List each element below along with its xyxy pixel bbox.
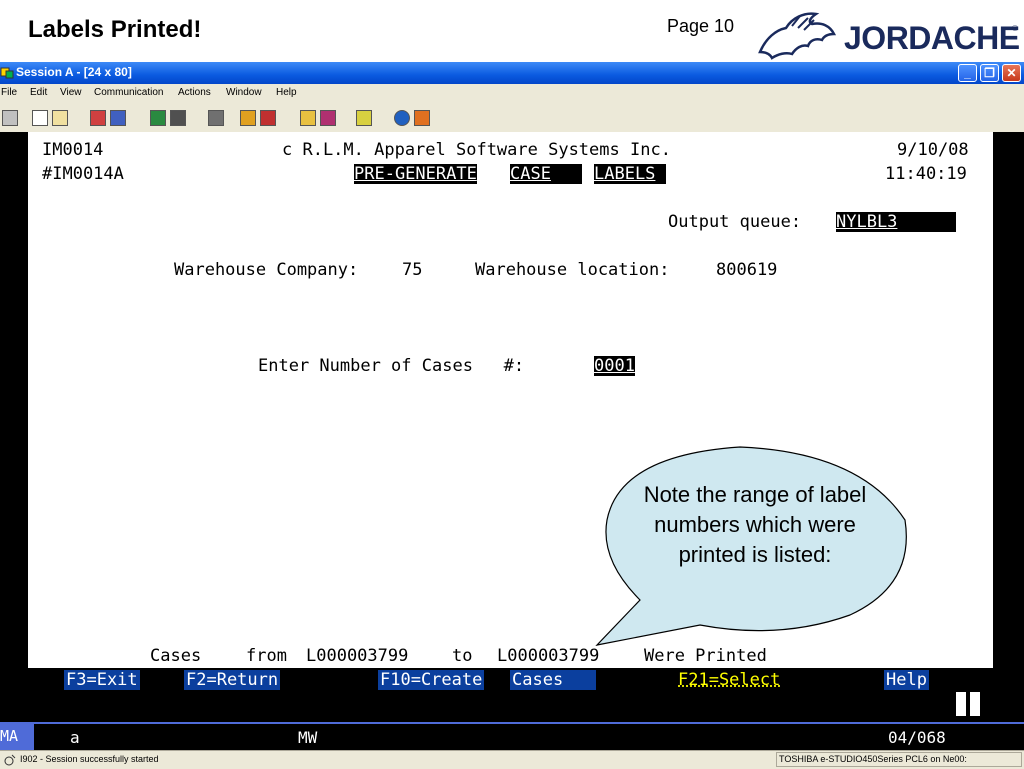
help-key[interactable]: Help — [884, 670, 929, 690]
output-queue-input[interactable]: NYLBL3 — [836, 212, 956, 232]
cases-prompt: Enter Number of Cases #: — [258, 356, 525, 376]
toolbar — [0, 104, 1024, 133]
heading-pre-generate: PRE-GENERATE — [354, 164, 477, 184]
company-header: c R.L.M. Apparel Software Systems Inc. — [282, 140, 671, 160]
result-start-label: L000003799 — [306, 646, 409, 666]
logo-text: JORDACHE — [844, 20, 1020, 56]
play-icon[interactable] — [170, 110, 186, 126]
paste-icon[interactable] — [52, 110, 68, 126]
f21-select-key[interactable]: F21=Select — [678, 670, 781, 690]
status-message: I902 - Session successfully started — [20, 754, 159, 764]
copy-icon[interactable] — [32, 110, 48, 126]
cases-input[interactable]: 0001 — [594, 356, 635, 376]
minimize-button[interactable]: _ — [958, 64, 977, 82]
f2-return-key[interactable]: F2=Return — [184, 670, 281, 690]
warehouse-company-value: 75 — [402, 260, 423, 280]
screen-date: 9/10/08 — [897, 140, 969, 160]
slide-title: Labels Printed! — [28, 16, 202, 43]
registered-mark: ® — [1012, 24, 1018, 33]
horse-logo-icon — [758, 12, 837, 60]
f10-create-key[interactable]: F10=Create — [378, 670, 485, 690]
menu-bar: File Edit View Communication Actions Win… — [0, 84, 1024, 104]
receive-icon[interactable] — [110, 110, 126, 126]
send-icon[interactable] — [90, 110, 106, 126]
warehouse-location-value: 800619 — [716, 260, 778, 280]
terminal-cursor-block-2 — [970, 692, 980, 716]
menu-edit[interactable]: Edit — [30, 87, 47, 98]
warehouse-company-label: Warehouse Company: — [174, 260, 359, 280]
edit-icon[interactable] — [414, 110, 430, 126]
transfer-icon[interactable] — [300, 110, 316, 126]
oia-indicator: a — [70, 728, 80, 747]
status-bar: I902 - Session successfully started TOSH… — [0, 750, 1024, 769]
window-titlebar[interactable]: Session A - [24 x 80] _ ❐ ✕ — [0, 62, 1024, 84]
terminal-cursor-block-1 — [956, 692, 966, 716]
screen-time: 11:40:19 — [885, 164, 967, 184]
terminal-bottom-bar — [28, 692, 993, 716]
display-icon[interactable] — [2, 110, 18, 126]
menu-window[interactable]: Window — [226, 87, 262, 98]
result-from: from — [246, 646, 287, 666]
result-cases: Cases — [150, 646, 202, 666]
oia-mode: MA — [0, 724, 34, 750]
print-icon[interactable] — [260, 110, 276, 126]
result-to: to — [452, 646, 473, 666]
restore-button[interactable]: ❐ — [980, 64, 999, 82]
window-title: Session A - [24 x 80] — [16, 65, 132, 79]
menu-actions[interactable]: Actions — [178, 87, 211, 98]
callout-text: Note the range of label numbers which we… — [643, 482, 867, 567]
oia-mw: MW — [298, 728, 318, 747]
output-queue-label: Output queue: — [668, 212, 802, 232]
warehouse-location-label: Warehouse location: — [475, 260, 670, 280]
transfer-out-icon[interactable] — [320, 110, 336, 126]
program-id: IM0014 — [42, 140, 104, 160]
globe-icon[interactable] — [394, 110, 410, 126]
page-number: Page 10 — [667, 16, 735, 36]
result-tail: Were Printed — [644, 646, 767, 666]
terminal-screen[interactable]: IM0014 c R.L.M. Apparel Software Systems… — [0, 132, 1024, 722]
clipboard-icon[interactable] — [356, 110, 372, 126]
operator-info-area: MA a MW 04/068 — [0, 722, 1024, 750]
menu-communication[interactable]: Communication — [94, 87, 163, 98]
printer-status: TOSHIBA e-STUDIO450Series PCL6 on Ne00: — [776, 752, 1022, 767]
keyboard-icon[interactable] — [240, 110, 256, 126]
session-app-icon — [0, 67, 14, 79]
screen-id: #IM0014A — [42, 164, 124, 184]
session-status-icon — [4, 754, 16, 766]
heading-case: CASE — [510, 164, 582, 184]
f3-exit-key[interactable]: F3=Exit — [64, 670, 140, 690]
menu-file[interactable]: File — [1, 87, 17, 98]
result-end-label: L000003799 — [497, 646, 600, 666]
menu-view[interactable]: View — [60, 87, 82, 98]
macro-icon[interactable] — [208, 110, 224, 126]
menu-help[interactable]: Help — [276, 87, 297, 98]
heading-labels: LABELS — [594, 164, 666, 184]
jordache-logo: JORDACHE ® — [752, 8, 1024, 62]
close-button[interactable]: ✕ — [1002, 64, 1021, 82]
f10-cases-key[interactable]: Cases — [510, 670, 596, 690]
record-icon[interactable] — [150, 110, 166, 126]
cursor-position: 04/068 — [888, 728, 946, 747]
